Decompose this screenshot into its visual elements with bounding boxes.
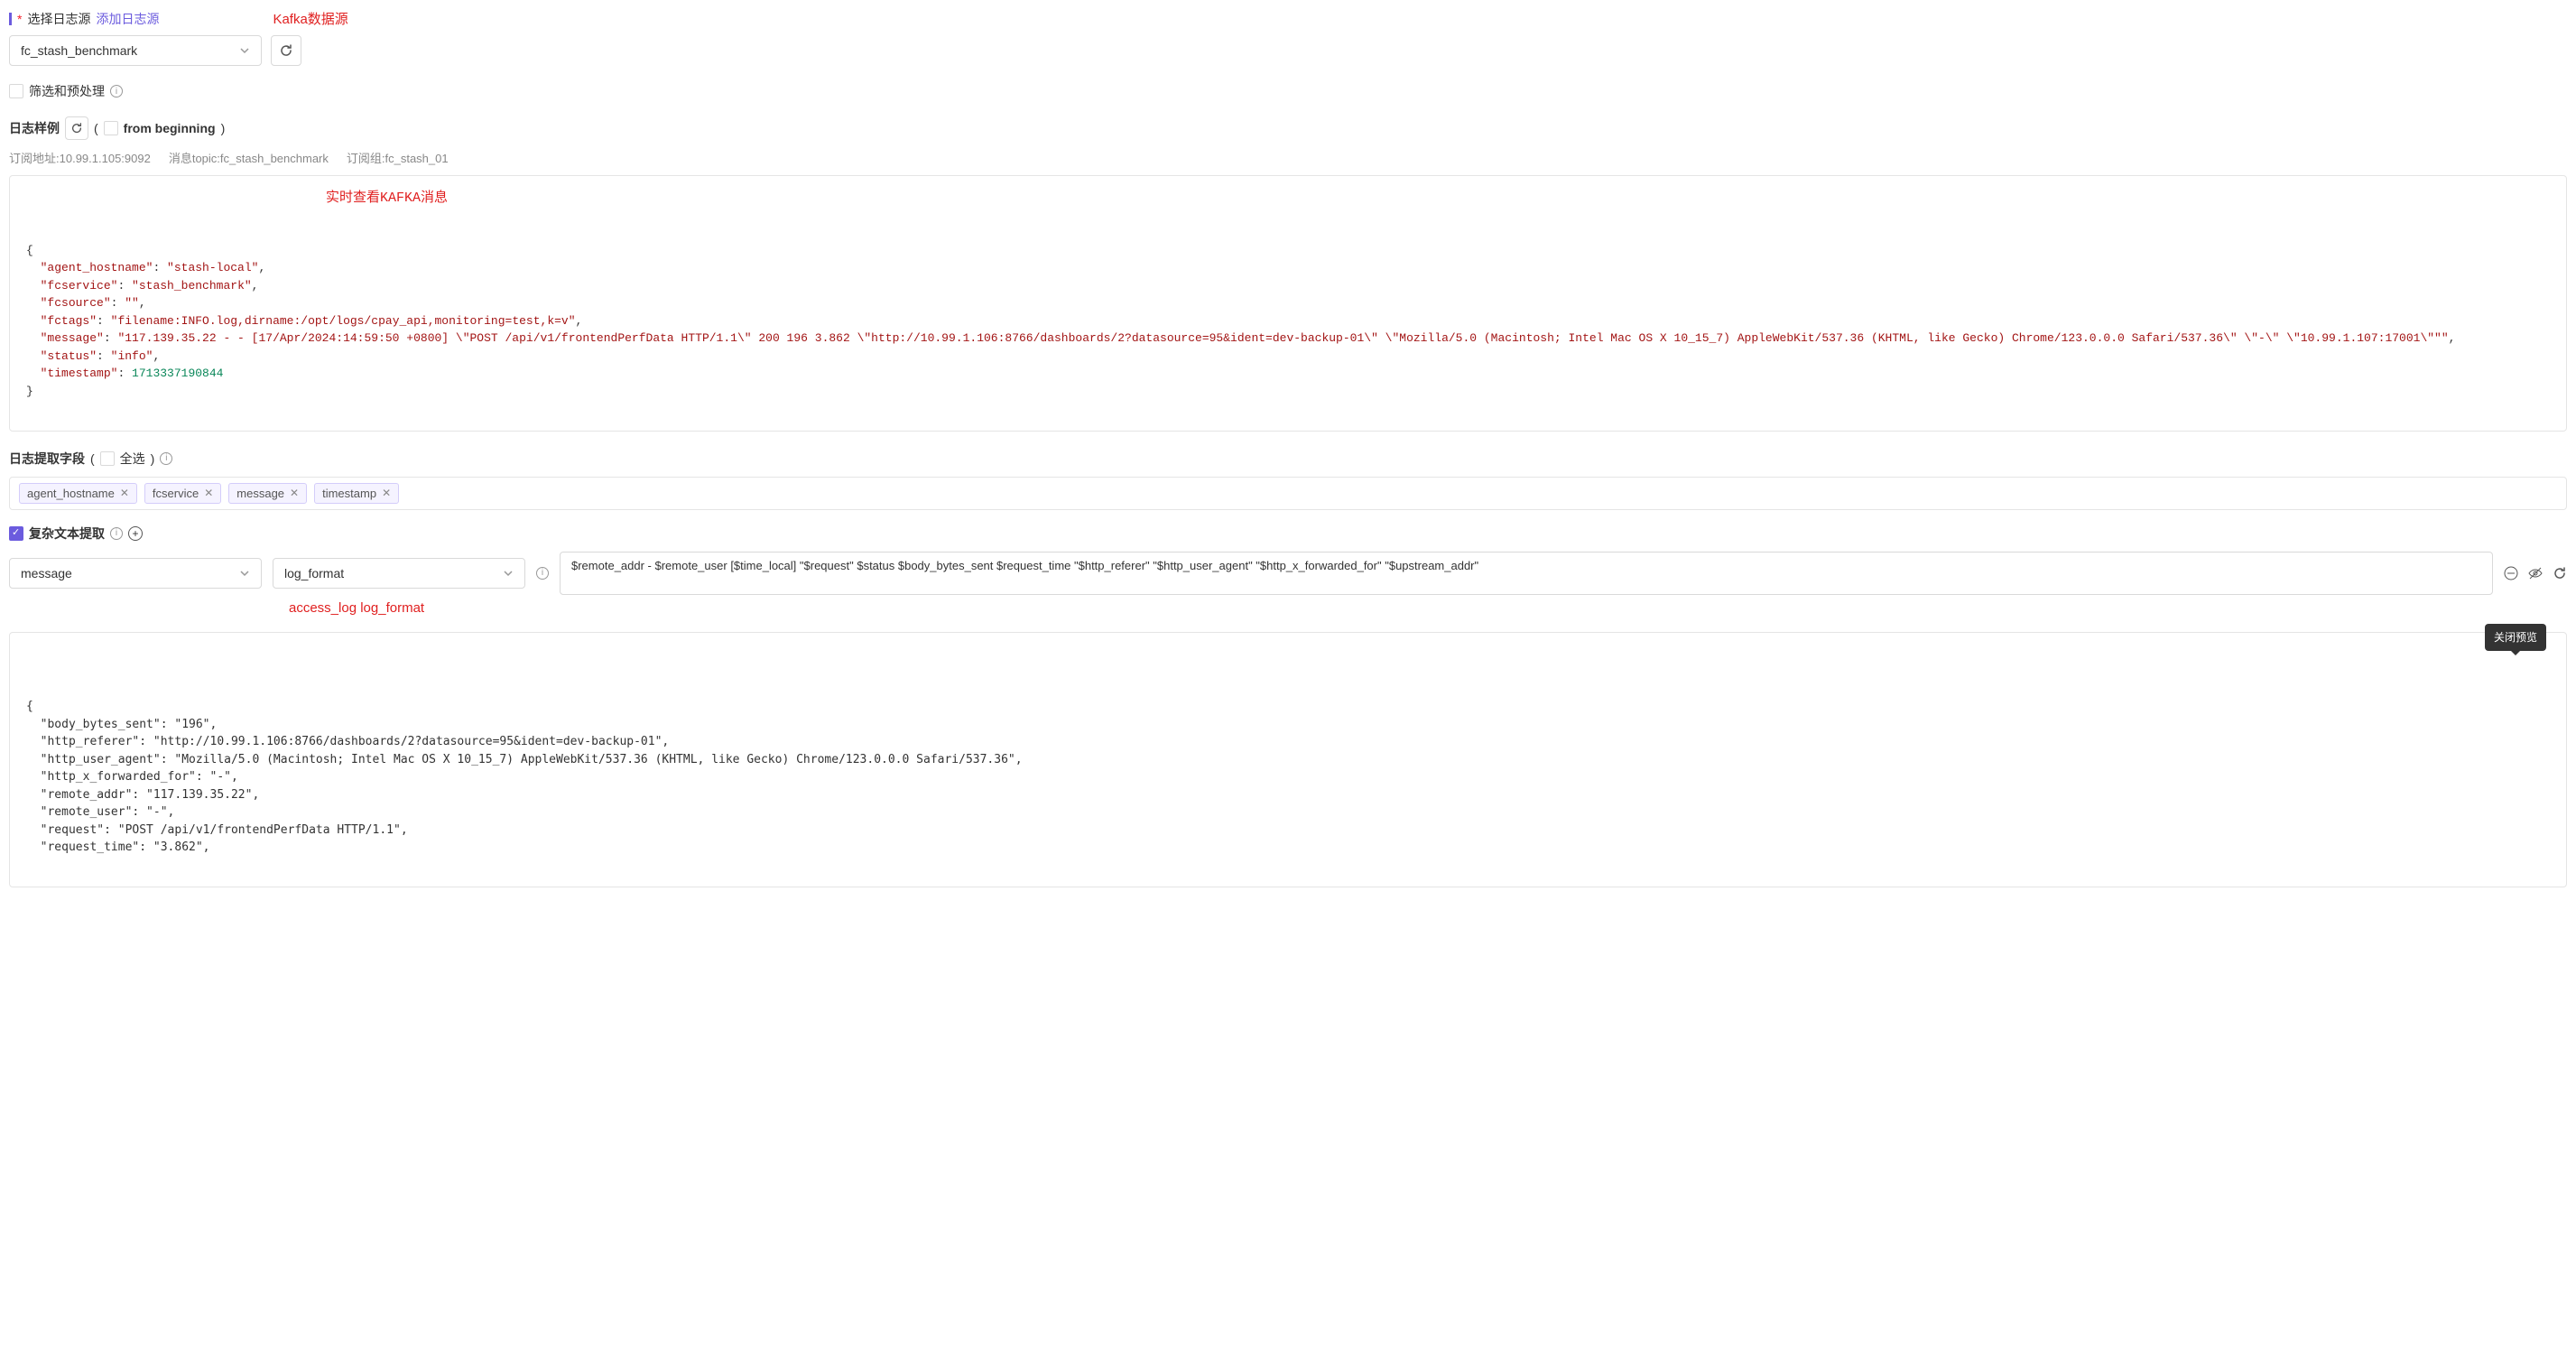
from-beginning-checkbox[interactable] — [104, 121, 118, 135]
field-tag[interactable]: timestamp✕ — [314, 483, 399, 504]
sample-label: 日志样例 — [9, 119, 60, 137]
refresh-icon — [70, 122, 83, 135]
source-select-value: fc_stash_benchmark — [21, 43, 137, 58]
paren-open: ( — [94, 121, 98, 135]
refresh-icon — [2553, 566, 2567, 580]
extract-fields-tags[interactable]: agent_hostname✕ fcservice✕ message✕ timesta… — [9, 477, 2567, 510]
extract-fields-label: 日志提取字段 — [9, 450, 85, 468]
select-all-checkbox[interactable] — [100, 451, 115, 466]
extract-output-box: 关闭预览 { "body_bytes_sent": "196", "http_r… — [9, 632, 2567, 888]
refresh-sample-button[interactable] — [65, 116, 88, 140]
field-tag[interactable]: message✕ — [228, 483, 307, 504]
required-star: * — [17, 12, 22, 26]
chevron-down-icon — [239, 45, 250, 56]
section-marker — [9, 13, 12, 25]
extract-method-select[interactable]: log_format — [273, 558, 525, 589]
from-beginning-label: from beginning — [124, 121, 216, 135]
remove-tag-icon[interactable]: ✕ — [204, 487, 213, 499]
source-select[interactable]: fc_stash_benchmark — [9, 35, 262, 66]
complex-extract-checkbox[interactable] — [9, 526, 23, 541]
json-sample-box: 实时查看KAFKA消息 { "agent_hostname": "stash-l… — [9, 175, 2567, 432]
extract-field-select[interactable]: message — [9, 558, 262, 589]
remove-tag-icon[interactable]: ✕ — [290, 487, 299, 499]
select-source-label: 选择日志源 — [27, 10, 90, 28]
extract-info-icon[interactable]: i — [160, 452, 172, 465]
minus-circle-icon — [2504, 566, 2518, 580]
extract-method-value: log_format — [284, 566, 344, 580]
filter-info-icon[interactable]: i — [110, 85, 123, 98]
preview-toggle-button[interactable] — [2527, 565, 2544, 581]
kafka-annotation: Kafka数据源 — [273, 9, 347, 28]
complex-info-icon[interactable]: i — [110, 527, 123, 540]
paren-close: ) — [221, 121, 226, 135]
close-preview-tooltip: 关闭预览 — [2485, 624, 2546, 651]
field-tag[interactable]: fcservice✕ — [144, 483, 221, 504]
filter-checkbox[interactable] — [9, 84, 23, 98]
field-tag[interactable]: agent_hostname✕ — [19, 483, 137, 504]
select-source-header: * 选择日志源 添加日志源 Kafka数据源 — [9, 9, 2567, 28]
refresh-source-button[interactable] — [271, 35, 301, 66]
remove-tag-icon[interactable]: ✕ — [120, 487, 129, 499]
subscription-meta: 订阅地址:10.99.1.105:9092 消息topic:fc_stash_b… — [9, 149, 2567, 166]
extract-field-value: message — [21, 566, 72, 580]
chevron-down-icon — [239, 568, 250, 579]
log-format-input[interactable]: $remote_addr - $remote_user [$time_local… — [560, 552, 2493, 595]
add-source-link[interactable]: 添加日志源 — [96, 10, 159, 28]
filter-label: 筛选和预处理 — [29, 82, 105, 100]
paren-open: ( — [90, 451, 95, 466]
remove-row-button[interactable] — [2504, 566, 2518, 580]
remove-tag-icon[interactable]: ✕ — [382, 487, 391, 499]
select-all-label: 全选 — [120, 450, 145, 468]
refresh-extract-button[interactable] — [2553, 566, 2567, 580]
chevron-down-icon — [503, 568, 514, 579]
paren-close: ) — [151, 451, 155, 466]
refresh-icon — [279, 43, 293, 58]
log-format-annotation: access_log log_format — [289, 600, 424, 616]
eye-off-icon — [2527, 565, 2544, 581]
complex-extract-label: 复杂文本提取 — [29, 525, 105, 543]
method-info-icon[interactable]: i — [536, 567, 549, 580]
add-extract-button[interactable]: + — [128, 526, 143, 541]
kafka-view-annotation: 实时查看KAFKA消息 — [326, 189, 448, 209]
